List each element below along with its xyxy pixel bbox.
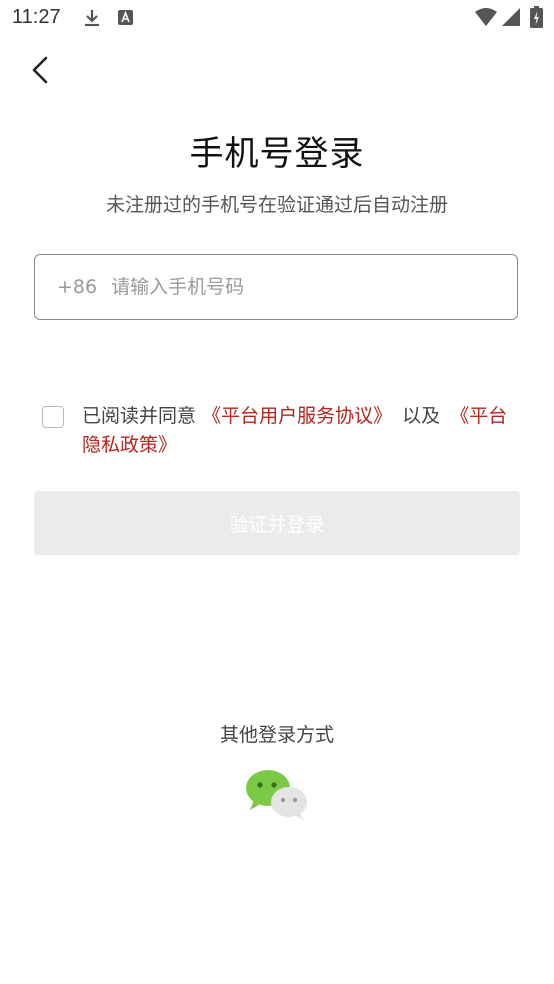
status-time: 11:27	[12, 6, 61, 28]
user-agreement-link[interactable]: 《平台用户服务协议》	[202, 405, 392, 427]
page-subtitle: 未注册过的手机号在验证通过后自动注册	[105, 194, 448, 216]
phone-field[interactable]: +86	[34, 254, 518, 320]
status-bar: 11:27	[0, 0, 554, 36]
login-page: 11:27 手机号登录 未注册过的手机号在验证通过后自动注册 +86 请输入手机…	[0, 0, 554, 984]
phone-input[interactable]	[109, 275, 474, 299]
verify-login-button[interactable]: 验证并登录	[34, 491, 520, 555]
a-icon	[118, 10, 133, 25]
wechat-icon	[246, 770, 307, 820]
wechat-login-button[interactable]	[244, 766, 310, 824]
agreement-prefix: 已阅读并同意	[82, 405, 197, 427]
country-code: +86	[57, 276, 98, 298]
agree-checkbox[interactable]	[42, 406, 64, 428]
signal-icon	[502, 8, 520, 26]
wifi-icon	[475, 8, 497, 26]
chevron-left-icon	[32, 56, 48, 84]
agreement-text: 已阅读并同意 《平台用户服务协议》 以及 《平台隐私政策》	[82, 402, 512, 460]
back-button[interactable]	[26, 54, 58, 88]
other-login-label: 其他登录方式	[219, 724, 334, 746]
battery-icon	[530, 6, 543, 28]
download-icon	[85, 10, 99, 27]
page-title: 手机号登录	[189, 134, 365, 174]
agreement-conjunction: 以及	[402, 405, 441, 427]
